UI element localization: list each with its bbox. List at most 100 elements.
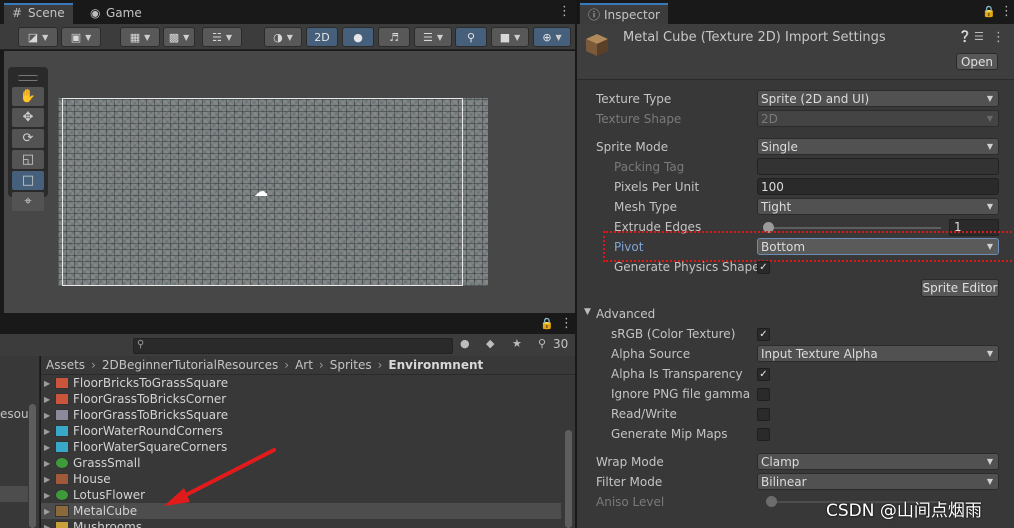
list-item[interactable]: ▶ House <box>41 471 561 487</box>
breadcrumb-item-art[interactable]: Art <box>295 358 313 372</box>
chevron-down-icon: ▼ <box>986 114 993 123</box>
generate-physics-shape-checkbox[interactable]: ✓ <box>757 261 770 274</box>
drag-handle[interactable] <box>18 75 38 81</box>
texture-type-dropdown[interactable]: Sprite (2D and UI) ▼ <box>757 90 999 107</box>
list-item[interactable]: ▶ Mushrooms <box>41 519 561 528</box>
extrude-edges-slider[interactable] <box>769 227 941 229</box>
chevron-right-icon: › <box>377 358 383 372</box>
checkmark-icon: ✓ <box>759 262 768 273</box>
list-item-label: FloorGrassToBricksCorner <box>73 392 227 406</box>
expand-arrow-icon[interactable]: ▶ <box>41 523 55 528</box>
hand-tool-icon[interactable]: ✋ <box>12 87 44 106</box>
tab-game[interactable]: ◉ Game <box>82 3 150 24</box>
sprite-mode-dropdown[interactable]: Single ▼ <box>757 138 999 155</box>
alpha-is-transparency-checkbox[interactable]: ✓ <box>757 368 770 381</box>
ruler-icon: ☵ <box>211 30 222 44</box>
gizmos-dropdown[interactable]: ⊕ ▼ <box>533 27 571 47</box>
rect-tool-icon[interactable]: □ <box>12 171 44 190</box>
sphere-icon: ◑ <box>273 30 283 44</box>
scale-tool-icon[interactable]: ◱ <box>12 150 44 169</box>
render-mode-dropdown[interactable]: ◑ ▼ <box>264 27 302 47</box>
hidden-count: 30 <box>553 337 569 351</box>
expand-arrow-icon[interactable]: ▶ <box>41 395 55 404</box>
chevron-down-icon: ▼ <box>183 32 190 42</box>
breadcrumb-item-sprites[interactable]: Sprites <box>330 358 372 372</box>
filter-by-type-icon[interactable]: ● <box>460 337 470 350</box>
srgb-checkbox[interactable]: ✓ <box>757 328 770 341</box>
open-button[interactable]: Open <box>956 53 998 70</box>
tab-inspector[interactable]: ⓘ Inspector <box>580 3 668 24</box>
visibility-toggle[interactable]: ⚲ <box>455 27 487 47</box>
globe-icon: ⊕ <box>542 30 552 44</box>
expand-arrow-icon[interactable]: ▶ <box>41 411 55 420</box>
filter-mode-dropdown[interactable]: Bilinear ▼ <box>757 473 999 490</box>
folder-tree-selected-row[interactable] <box>0 486 28 502</box>
effects-dropdown[interactable]: ☰ ▼ <box>414 27 452 47</box>
expand-arrow-icon[interactable]: ▶ <box>41 507 55 516</box>
label-icon[interactable]: ◆ <box>486 337 494 350</box>
hidden-packages-icon[interactable]: ⚲ <box>538 337 546 350</box>
help-icon[interactable]: ❔ <box>958 30 972 43</box>
breadcrumb-item-resources[interactable]: 2DBeginnerTutorialResources <box>102 358 278 372</box>
draw-mode-dropdown[interactable]: ◪ ▼ <box>18 27 58 47</box>
list-item[interactable]: ▶ FloorBricksToGrassSquare <box>41 375 561 391</box>
list-item[interactable]: ▶ FloorGrassToBricksCorner <box>41 391 561 407</box>
folder-tree-item-label: esou <box>0 407 29 421</box>
breadcrumb-item-environment[interactable]: Environmnent <box>388 358 483 372</box>
shading-dropdown[interactable]: ▣ ▼ <box>61 27 101 47</box>
list-item-label: GrassSmall <box>73 456 141 470</box>
project-search-input[interactable]: ⚲ <box>133 338 453 354</box>
expand-arrow-icon[interactable]: ▶ <box>41 379 55 388</box>
breadcrumb-item-assets[interactable]: Assets <box>46 358 85 372</box>
camera-dropdown[interactable]: ■ ▼ <box>491 27 529 47</box>
panel-menu-icon[interactable]: ⋮ <box>560 316 573 331</box>
move-tool-icon[interactable]: ✥ <box>12 108 44 127</box>
lighting-toggle[interactable]: ● <box>342 27 374 47</box>
chevron-down-icon[interactable]: ▼ <box>584 307 591 317</box>
lock-icon[interactable]: 🔒 <box>540 317 554 330</box>
list-item[interactable]: ▶ FloorWaterSquareCorners <box>41 439 561 455</box>
list-item[interactable]: ▶ GrassSmall <box>41 455 561 471</box>
read-write-checkbox[interactable] <box>757 408 770 421</box>
panel-menu-icon[interactable]: ⋮ <box>558 4 571 19</box>
layers-icon: ☰ <box>422 30 433 44</box>
generate-mip-maps-checkbox[interactable] <box>757 428 770 441</box>
snap-increment-dropdown[interactable]: ▩ ▼ <box>163 27 195 47</box>
expand-arrow-icon[interactable]: ▶ <box>41 475 55 484</box>
expand-arrow-icon[interactable]: ▶ <box>41 427 55 436</box>
favorite-star-icon[interactable]: ★ <box>512 337 522 350</box>
grid-snap-dropdown[interactable]: ▦ ▼ <box>120 27 160 47</box>
mesh-type-dropdown[interactable]: Tight ▼ <box>757 198 999 215</box>
sprite-editor-button[interactable]: Sprite Editor <box>921 279 999 297</box>
mode-2d-toggle[interactable]: 2D <box>306 27 338 47</box>
scene-tools-overlay: ✋ ✥ ⟳ ◱ □ ⌖ <box>8 67 48 211</box>
list-item[interactable]: ▶ FloorWaterRoundCorners <box>41 423 561 439</box>
ignore-png-gamma-checkbox[interactable] <box>757 388 770 401</box>
sprite-icon <box>55 377 69 389</box>
advanced-foldout-label[interactable]: Advanced <box>596 307 655 321</box>
preset-icon[interactable]: ☰ <box>974 30 984 43</box>
panel-menu-icon[interactable]: ⋮ <box>1000 4 1013 19</box>
tab-scene[interactable]: # Scene <box>4 3 73 24</box>
asset-list-scroll-thumb[interactable] <box>565 430 572 528</box>
wrap-mode-dropdown[interactable]: Clamp ▼ <box>757 453 999 470</box>
pixels-per-unit-input[interactable]: 100 <box>757 178 999 195</box>
lock-icon[interactable]: 🔒 <box>982 5 996 18</box>
rotate-tool-icon[interactable]: ⟳ <box>12 129 44 148</box>
list-item-label: House <box>73 472 111 486</box>
annotation-highlight-box <box>603 231 1014 262</box>
expand-arrow-icon[interactable]: ▶ <box>41 491 55 500</box>
list-item-selected[interactable]: ▶ MetalCube <box>41 503 561 519</box>
watermark: CSDN @山间点烟雨 <box>826 501 982 521</box>
grid-visibility-dropdown[interactable]: ☵ ▼ <box>202 27 242 47</box>
audio-toggle[interactable]: ♬ <box>378 27 410 47</box>
transform-tool-icon[interactable]: ⌖ <box>12 192 44 211</box>
wrap-mode-value: Clamp <box>761 454 800 469</box>
expand-arrow-icon[interactable]: ▶ <box>41 443 55 452</box>
expand-arrow-icon[interactable]: ▶ <box>41 459 55 468</box>
list-item[interactable]: ▶ FloorGrassToBricksSquare <box>41 407 561 423</box>
alpha-source-dropdown[interactable]: Input Texture Alpha ▼ <box>757 345 999 362</box>
folder-tree-scrollbar[interactable] <box>29 404 36 528</box>
list-item[interactable]: ▶ LotusFlower <box>41 487 561 503</box>
context-menu-icon[interactable]: ⋮ <box>992 30 1005 45</box>
